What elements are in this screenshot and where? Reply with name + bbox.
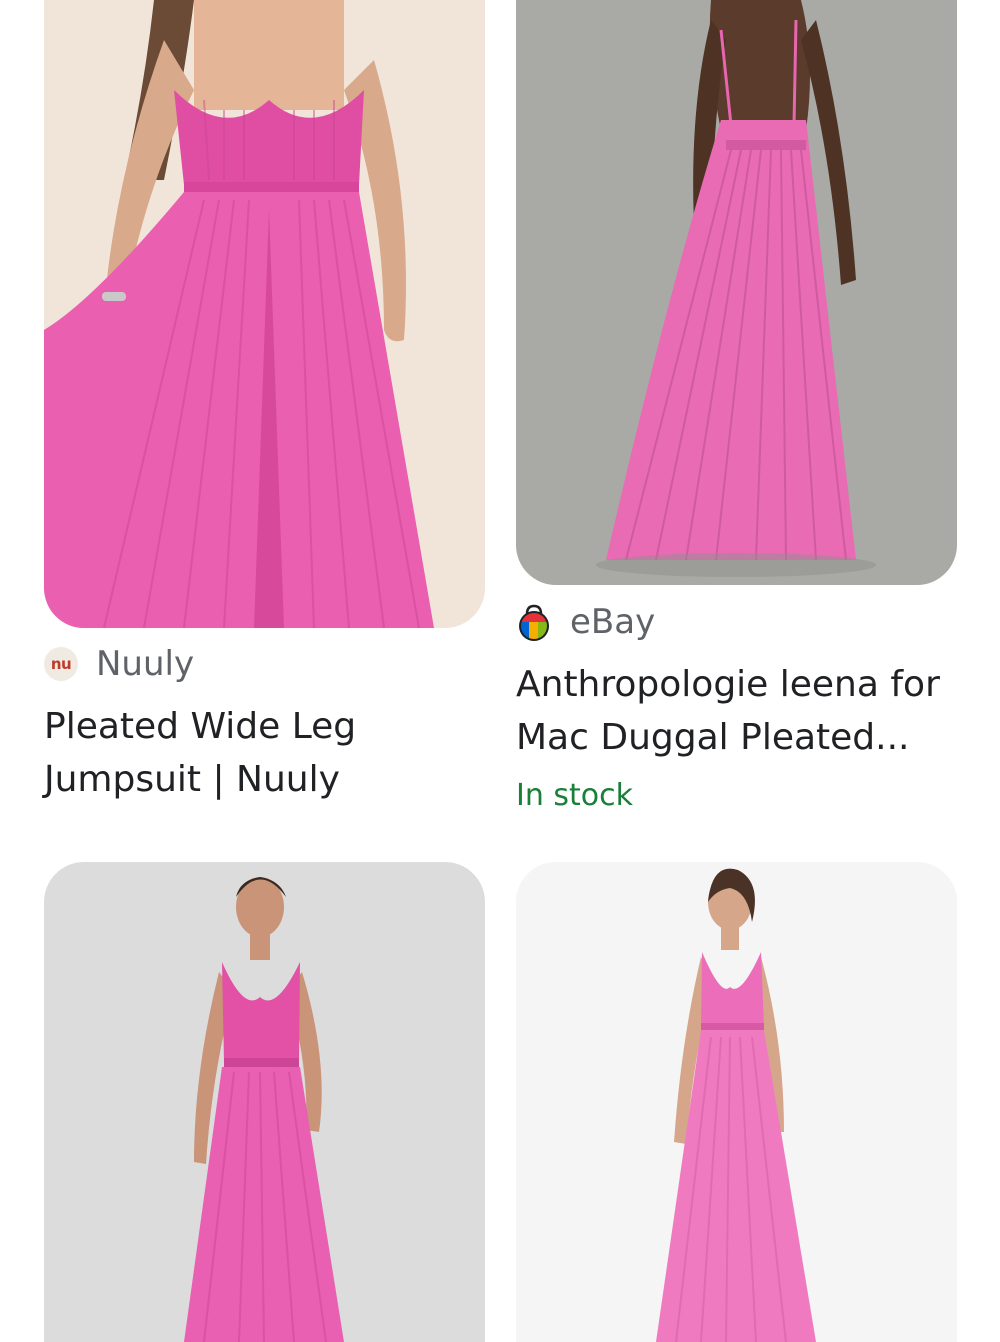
shopping-bag-icon bbox=[519, 604, 549, 641]
product-image-3[interactable] bbox=[44, 862, 485, 1342]
source-ebay[interactable]: eBay bbox=[516, 602, 655, 642]
source-name: Nuuly bbox=[96, 644, 195, 684]
product-title-nuuly[interactable]: Pleated Wide Leg Jumpsuit | Nuuly bbox=[44, 700, 484, 806]
source-nuuly[interactable]: nu Nuuly bbox=[44, 644, 194, 684]
product-title-ebay[interactable]: Anthropologie leena for Mac Duggal Pleat… bbox=[516, 658, 956, 764]
product-image-nuuly[interactable] bbox=[44, 0, 485, 628]
title-line: Anthropologie leena for bbox=[516, 664, 940, 705]
stock-status: In stock bbox=[516, 778, 634, 813]
product-image-ebay[interactable] bbox=[516, 0, 957, 585]
product-image-4[interactable] bbox=[516, 862, 957, 1342]
source-name: eBay bbox=[570, 602, 656, 642]
title-line: Mac Duggal Pleated... bbox=[516, 717, 910, 758]
title-line: Pleated Wide Leg bbox=[44, 706, 357, 747]
title-line: Jumpsuit | Nuuly bbox=[44, 759, 340, 800]
nuuly-logo-icon: nu bbox=[44, 647, 78, 681]
